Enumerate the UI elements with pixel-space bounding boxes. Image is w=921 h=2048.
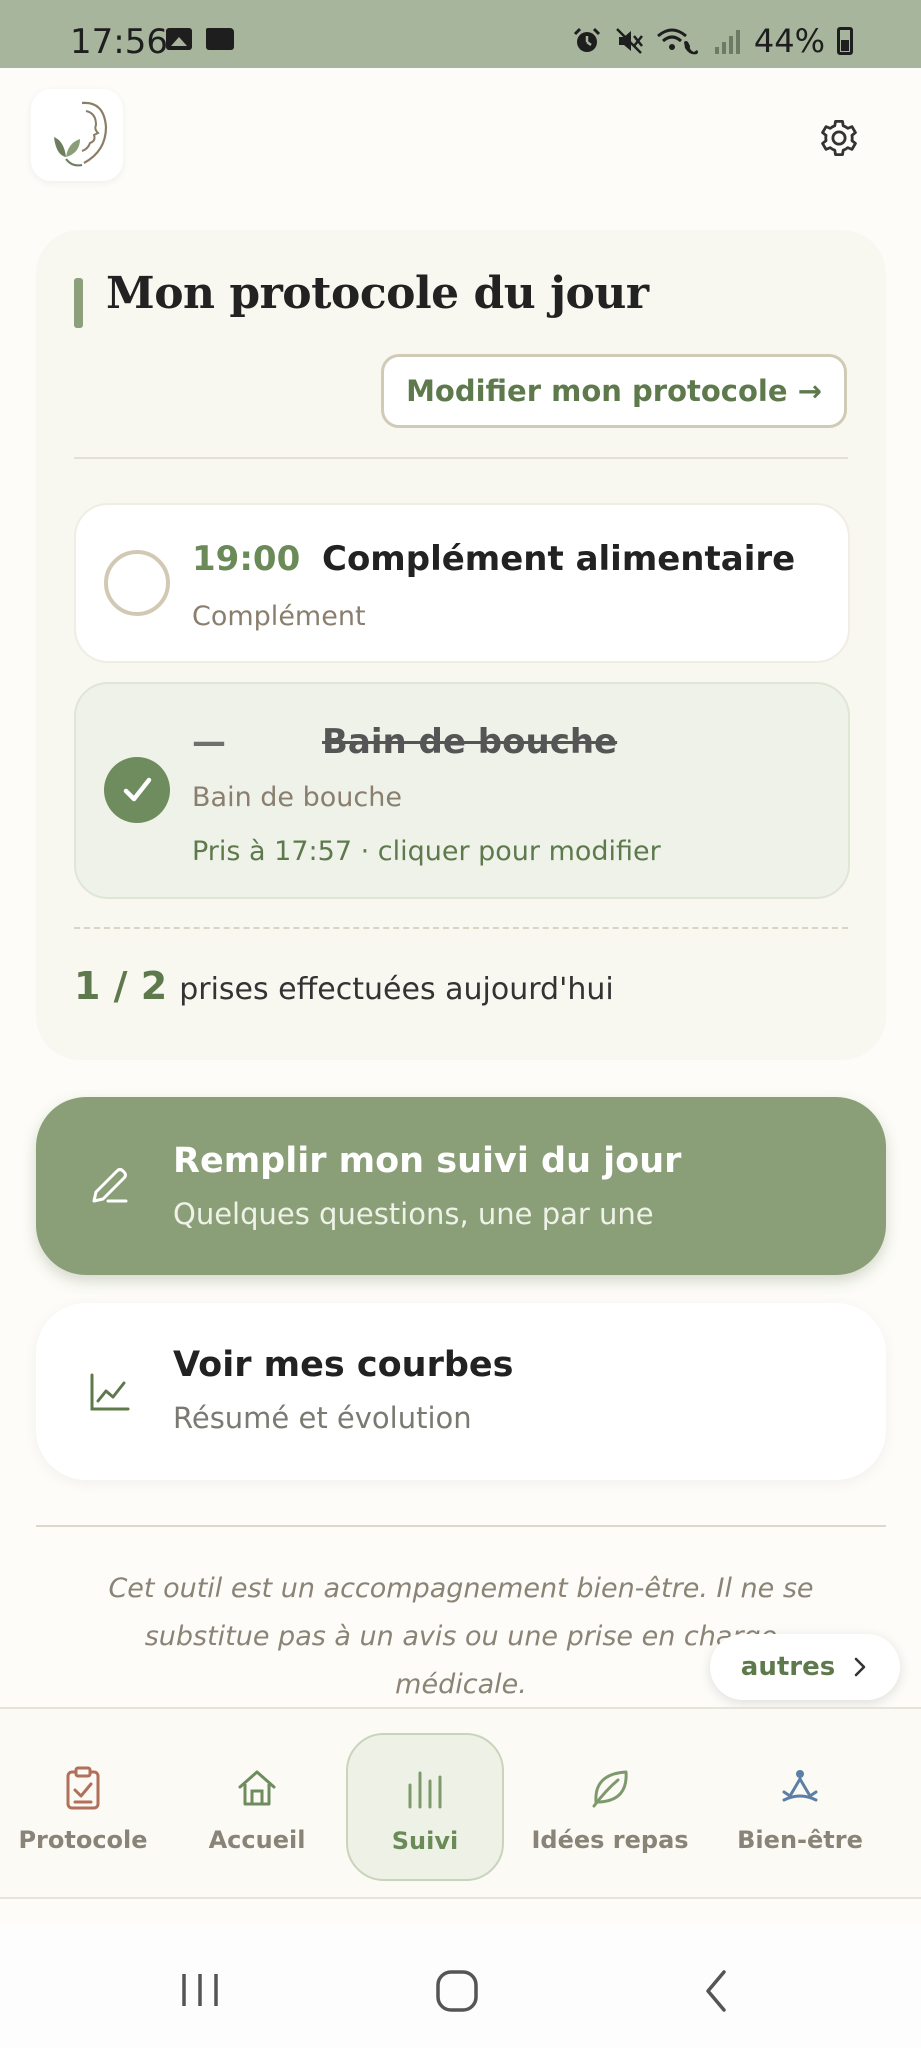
modify-protocol-button[interactable]: Modifier mon protocole →	[381, 354, 847, 428]
doses-count-value: 1 / 2	[74, 964, 168, 1008]
checkmark-glyph	[123, 777, 152, 802]
alarm-icon	[573, 27, 600, 52]
image-icon	[166, 28, 192, 50]
bottom-tab-bar: Protocole Accueil Suivi Idées repas Bien…	[0, 1707, 921, 1899]
protocol-item-done[interactable]: — Bain de bouche Bain de bouche Pris à 1…	[74, 682, 850, 899]
item-name: Bain de bouche	[322, 722, 618, 762]
bars-icon	[408, 1771, 442, 1809]
chevron-right-icon	[854, 1657, 866, 1677]
protocol-title: Mon protocole du jour	[106, 268, 649, 319]
curves-title: Voir mes courbes	[173, 1345, 514, 1385]
pencil-icon	[92, 1168, 128, 1203]
check-icon[interactable]	[104, 757, 170, 823]
tab-label: Accueil	[208, 1826, 306, 1854]
unchecked-radio-icon[interactable]	[104, 550, 170, 616]
home-icon	[238, 1770, 276, 1806]
dashed-divider	[74, 927, 848, 929]
back-nav-icon[interactable]	[700, 1968, 732, 2014]
system-navigation-bar	[0, 1926, 921, 2048]
signal-icon	[714, 30, 740, 54]
fill-subtitle: Quelques questions, une par une	[173, 1197, 654, 1231]
tab-label: Idées repas	[531, 1826, 689, 1854]
tab-label: Suivi	[391, 1827, 459, 1855]
protocol-item[interactable]: 19:00 Complément alimentaire Complément	[74, 503, 850, 663]
battery-percent: 44%	[753, 22, 825, 60]
item-time: 19:00	[192, 539, 301, 579]
item-category: Complément	[192, 601, 366, 632]
doses-count: 1 / 2 prises effectuées aujourd'hui	[74, 964, 614, 1008]
meditation-icon	[782, 1770, 818, 1802]
tab-bien-etre[interactable]: Bien-être	[730, 1709, 870, 1899]
recent-apps-icon[interactable]	[178, 1970, 222, 2010]
status-time: 17:56	[70, 22, 168, 62]
protocol-card: Mon protocole du jour Modifier mon proto…	[36, 230, 886, 1060]
item-taken-status[interactable]: Pris à 17:57 · cliquer pour modifier	[192, 836, 661, 867]
item-category: Bain de bouche	[192, 782, 402, 813]
item-name: Complément alimentaire	[322, 539, 796, 579]
face-leaf-logo-icon	[54, 101, 108, 167]
others-button[interactable]: autres	[710, 1634, 900, 1700]
tab-label: Bien-être	[737, 1826, 863, 1854]
curves-subtitle: Résumé et évolution	[173, 1401, 472, 1435]
wifi-call-icon	[656, 28, 698, 55]
app-logo[interactable]	[31, 89, 123, 181]
view-curves-button[interactable]: Voir mes courbes Résumé et évolution	[36, 1303, 886, 1480]
folder-icon	[206, 28, 234, 50]
tab-idees-repas[interactable]: Idées repas	[531, 1709, 689, 1899]
divider	[74, 457, 848, 459]
settings-button[interactable]	[812, 111, 866, 165]
tab-protocole[interactable]: Protocole	[18, 1709, 148, 1899]
battery-icon	[837, 27, 853, 55]
title-accent-bar	[74, 278, 83, 328]
doses-count-label: prises effectuées aujourd'hui	[179, 972, 614, 1007]
fill-daily-tracking-button[interactable]: Remplir mon suivi du jour Quelques quest…	[36, 1097, 886, 1275]
home-nav-icon[interactable]	[434, 1968, 480, 2014]
status-bar: 17:56 44%	[0, 0, 921, 68]
tab-suivi[interactable]: Suivi	[346, 1733, 504, 1881]
tab-accueil[interactable]: Accueil	[197, 1709, 317, 1899]
item-time: —	[192, 722, 226, 762]
leaf-icon	[592, 1770, 628, 1808]
chart-line-icon	[90, 1373, 130, 1411]
gear-icon	[821, 119, 857, 157]
others-label: autres	[740, 1652, 836, 1682]
mute-icon	[615, 28, 643, 54]
divider	[36, 1525, 886, 1527]
clipboard-check-icon	[66, 1766, 100, 1810]
fill-title: Remplir mon suivi du jour	[173, 1141, 682, 1181]
tab-label: Protocole	[18, 1826, 148, 1854]
